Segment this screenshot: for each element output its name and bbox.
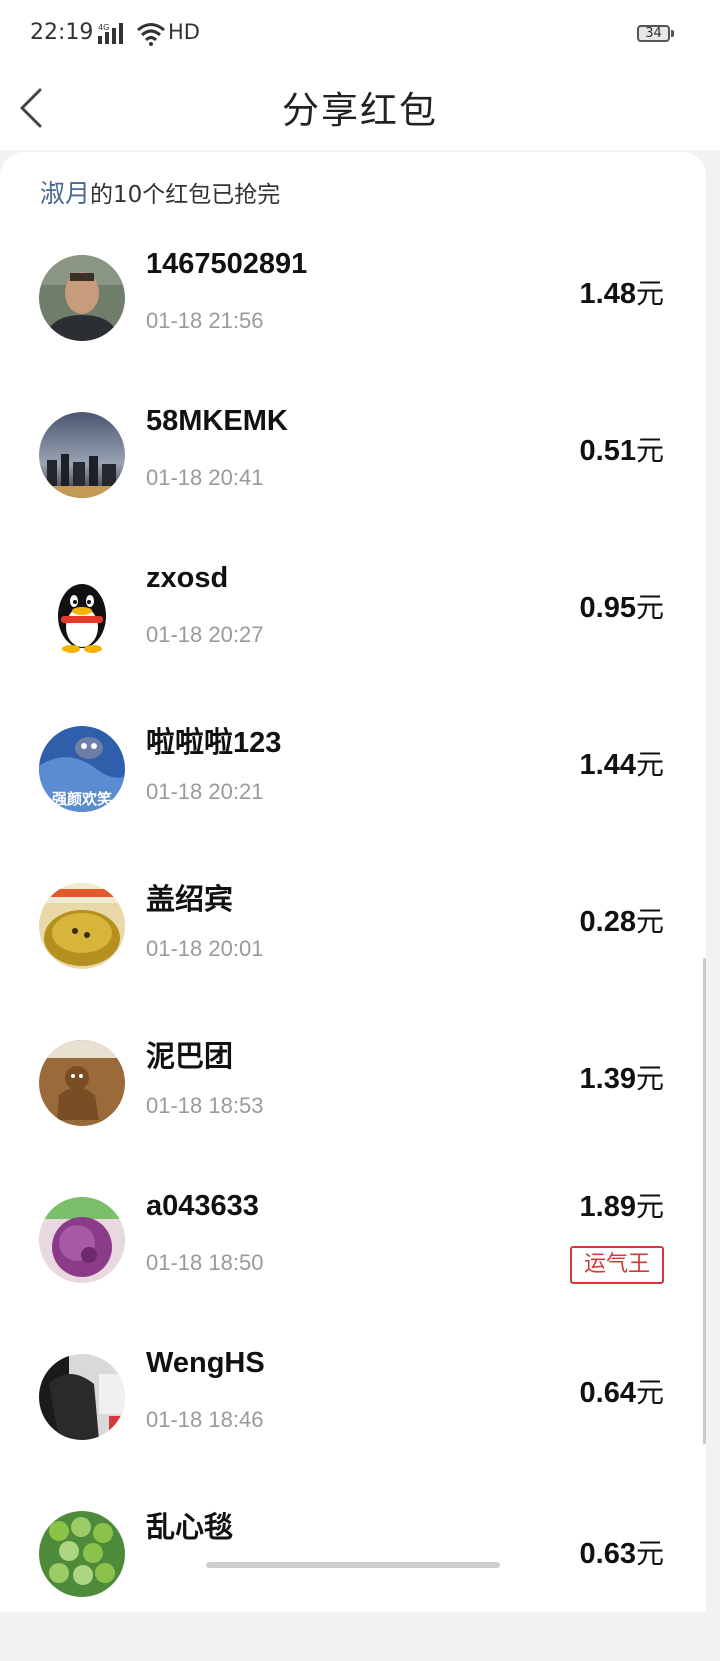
user-name: 泥巴团 xyxy=(146,1041,234,1073)
amount-value: 0.95 xyxy=(579,592,636,624)
status-time: 22:19 xyxy=(30,20,94,45)
hd-indicator: HD xyxy=(168,20,200,44)
user-name: 1467502891 xyxy=(146,248,308,280)
amount-value: 0.63 xyxy=(579,1538,636,1570)
list-item[interactable]: WengHS 01-18 18:46 0.64元 xyxy=(0,1347,706,1504)
amount-unit: 元 xyxy=(635,592,664,623)
luckiest-badge: 运气王 xyxy=(570,1246,664,1284)
home-indicator[interactable] xyxy=(206,1562,500,1568)
grab-time: 01-18 18:50 xyxy=(146,1250,264,1275)
amount: 0.51元 xyxy=(580,429,664,469)
amount-unit: 元 xyxy=(635,435,664,466)
summary-text: 的10个红包已抢完 xyxy=(90,182,281,208)
grab-time: 01-18 20:27 xyxy=(146,622,264,647)
user-name: 乱心毯 xyxy=(146,1512,234,1544)
user-name: 盖绍宾 xyxy=(146,884,234,916)
avatar[interactable]: 强颜欢笑 xyxy=(39,726,125,812)
amount-value: 1.89 xyxy=(579,1191,636,1223)
amount-unit: 元 xyxy=(635,1191,664,1222)
amount-value: 0.51 xyxy=(579,435,636,467)
amount: 1.48元 xyxy=(580,272,664,312)
amount-unit: 元 xyxy=(635,1063,664,1094)
battery-icon: 34 xyxy=(637,25,670,42)
avatar-text: 强颜欢笑 xyxy=(52,790,112,808)
status-bar: 22:19 4G HD 34 xyxy=(0,0,720,70)
amount: 1.39元 xyxy=(580,1057,664,1097)
user-name: a043633 xyxy=(146,1190,259,1222)
list-item[interactable]: a043633 01-18 18:50 1.89元 运气王 xyxy=(0,1190,706,1347)
user-name: 58MKEMK xyxy=(146,405,288,437)
grab-time: 01-18 20:21 xyxy=(146,779,264,804)
amount-unit: 元 xyxy=(635,906,664,937)
amount: 1.44元 xyxy=(580,743,664,783)
list-item[interactable]: 58MKEMK 01-18 20:41 0.51元 xyxy=(0,405,706,562)
grab-time: 01-18 20:41 xyxy=(146,465,264,490)
amount: 1.89元 xyxy=(580,1185,664,1225)
amount-value: 1.48 xyxy=(579,278,636,310)
avatar[interactable] xyxy=(39,412,125,498)
grab-time: 01-18 21:56 xyxy=(146,308,264,333)
avatar[interactable] xyxy=(39,1511,125,1597)
grab-time: 01-18 20:01 xyxy=(146,936,264,961)
list-item[interactable]: 泥巴团 01-18 18:53 1.39元 xyxy=(0,1033,706,1190)
sender-name[interactable]: 淑月 xyxy=(40,179,90,208)
user-name: WengHS xyxy=(146,1347,265,1379)
summary-line: 淑月的10个红包已抢完 xyxy=(40,174,280,210)
list-item[interactable]: zxosd 01-18 20:27 0.95元 xyxy=(0,562,706,719)
amount: 0.63元 xyxy=(580,1532,664,1572)
scrollbar[interactable] xyxy=(703,958,706,1444)
amount-unit: 元 xyxy=(635,278,664,309)
amount-value: 0.64 xyxy=(579,1377,636,1409)
amount-value: 1.39 xyxy=(579,1063,636,1095)
amount-unit: 元 xyxy=(635,749,664,780)
grab-time: 01-18 18:46 xyxy=(146,1407,264,1432)
list-item[interactable]: 乱心毯 0.63元 xyxy=(0,1504,706,1661)
nav-bar: 分享红包 xyxy=(0,70,720,150)
list-item[interactable]: 盖绍宾 01-18 20:01 0.28元 xyxy=(0,876,706,1033)
amount: 0.28元 xyxy=(580,900,664,940)
red-packet-list-card: 淑月的10个红包已抢完 1467502891 01-18 21:56 1.48元 xyxy=(0,152,706,1612)
network-label: 4G xyxy=(98,23,109,32)
amount-unit: 元 xyxy=(635,1538,664,1569)
page-title: 分享红包 xyxy=(282,89,438,132)
user-name: zxosd xyxy=(146,562,229,594)
qq-penguin-avatar[interactable] xyxy=(39,569,125,655)
amount-value: 1.44 xyxy=(579,749,636,781)
amount: 0.64元 xyxy=(580,1371,664,1411)
wifi-icon xyxy=(136,22,166,50)
amount: 0.95元 xyxy=(580,586,664,626)
grab-time: 01-18 18:53 xyxy=(146,1093,264,1118)
list-item[interactable]: 强颜欢笑 啦啦啦123 01-18 20:21 1.44元 xyxy=(0,719,706,876)
avatar[interactable] xyxy=(39,255,125,341)
avatar[interactable] xyxy=(39,883,125,969)
list-item[interactable]: 1467502891 01-18 21:56 1.48元 xyxy=(0,248,706,405)
amount-value: 0.28 xyxy=(579,906,636,938)
signal-icon: 4G xyxy=(98,22,128,50)
amount-unit: 元 xyxy=(635,1377,664,1408)
user-name: 啦啦啦123 xyxy=(146,727,282,759)
avatar[interactable] xyxy=(39,1354,125,1440)
avatar[interactable] xyxy=(39,1197,125,1283)
battery-tip xyxy=(671,30,674,37)
avatar[interactable] xyxy=(39,1040,125,1126)
